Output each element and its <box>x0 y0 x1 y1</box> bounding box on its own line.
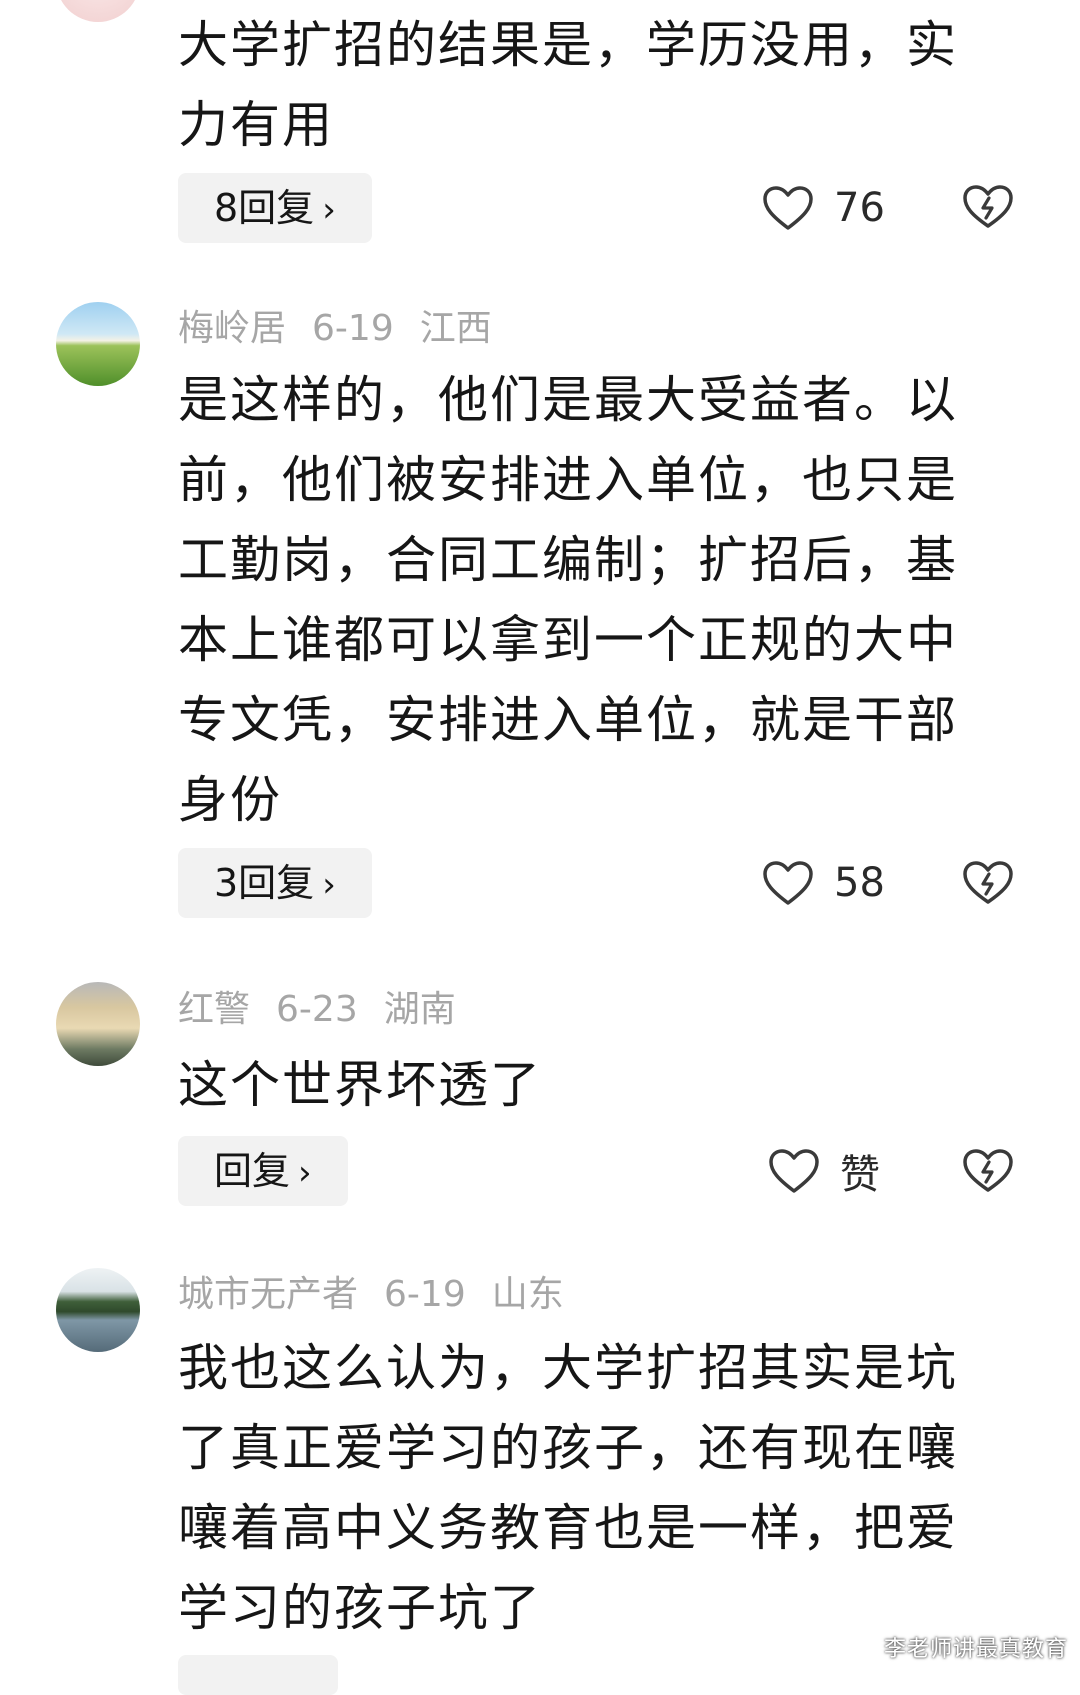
reply-label: 回复 <box>214 1149 291 1193</box>
like-count: 58 <box>834 860 885 906</box>
heart-outline-icon <box>769 1149 819 1193</box>
like-button[interactable]: 58 <box>762 853 902 913</box>
like-button[interactable]: 76 <box>762 178 902 238</box>
username[interactable]: 红警 <box>178 989 250 1030</box>
heart-outline-icon <box>763 186 813 230</box>
comment-region: 山东 <box>491 1274 564 1315</box>
comment-text: 大学扩招的结果是，学历没用，实力有用 <box>178 16 958 154</box>
comment-meta: 城市无产者 6-19 山东 <box>178 1273 590 1317</box>
comment-date: 6-19 <box>312 308 394 349</box>
comment-date: 6-23 <box>276 989 358 1030</box>
avatar[interactable] <box>56 0 140 22</box>
reply-button[interactable]: 8回复 › <box>178 173 372 243</box>
comment-meta: 红警 6-23 湖南 <box>178 988 482 1032</box>
comment-text: 我也这么认为，大学扩招其实是坑了真正爱学习的孩子，还有现在嚷嚷着高中义务教育也是… <box>178 1339 958 1637</box>
broken-heart-icon <box>963 861 1013 904</box>
broken-heart-icon <box>963 1149 1013 1192</box>
chevron-right-icon: › <box>298 1153 312 1193</box>
comment-text: 是这样的，他们是最大受益者。以前，他们被安排进入单位，也只是工勤岗，合同工编制；… <box>178 371 958 829</box>
reply-button[interactable] <box>178 1655 338 1695</box>
reply-button[interactable]: 回复 › <box>178 1136 348 1206</box>
avatar[interactable] <box>56 1268 140 1352</box>
watermark: 李老师讲最真教育 <box>883 1637 1068 1662</box>
chevron-right-icon: › <box>322 190 336 230</box>
chevron-right-icon: › <box>322 865 336 905</box>
comment-text: 这个世界坏透了 <box>178 1056 542 1114</box>
comment-region: 湖南 <box>383 989 456 1030</box>
like-button[interactable]: 赞 <box>768 1141 908 1201</box>
username[interactable]: 梅岭居 <box>178 308 286 349</box>
avatar[interactable] <box>56 982 140 1066</box>
reply-label: 8回复 <box>214 186 315 230</box>
comment-date: 6-19 <box>384 1274 466 1315</box>
like-label: 赞 <box>840 1152 880 1198</box>
reply-button[interactable]: 3回复 › <box>178 848 372 918</box>
broken-heart-icon <box>963 185 1013 228</box>
dislike-button[interactable] <box>962 1148 1014 1196</box>
username[interactable]: 城市无产者 <box>178 1274 358 1315</box>
dislike-button[interactable] <box>962 184 1014 232</box>
heart-outline-icon <box>763 861 813 905</box>
comment-meta: 梅岭居 6-19 江西 <box>178 307 518 351</box>
reply-label: 3回复 <box>214 861 315 905</box>
dislike-button[interactable] <box>962 860 1014 908</box>
comment-region: 江西 <box>419 308 492 349</box>
avatar[interactable] <box>56 302 140 386</box>
like-count: 76 <box>834 185 885 231</box>
